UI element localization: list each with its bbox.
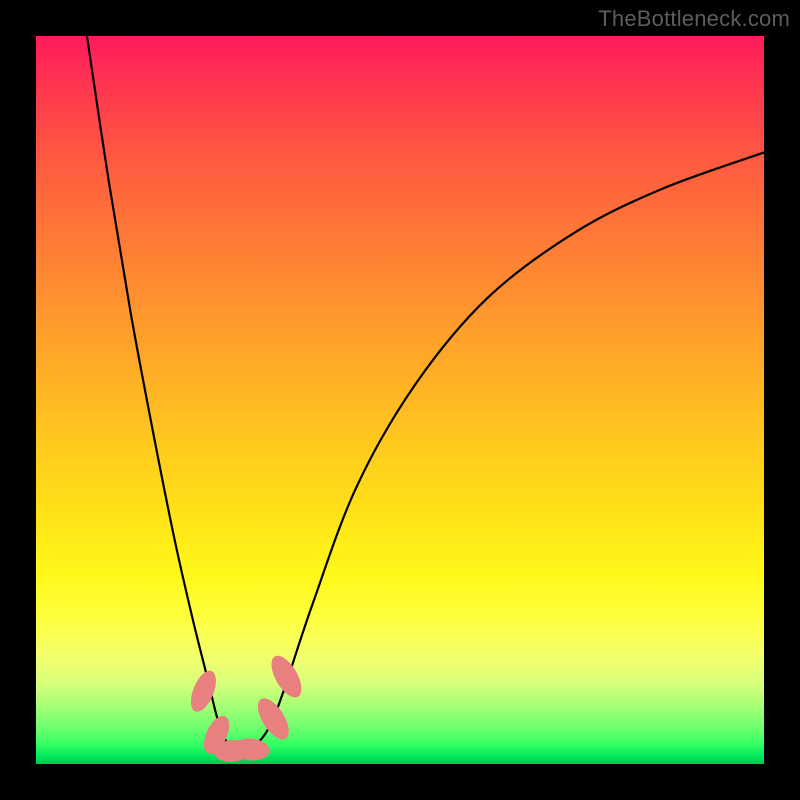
curve-marker	[186, 667, 221, 715]
curve-marker	[265, 651, 307, 702]
watermark-text: TheBottleneck.com	[598, 6, 790, 32]
curve-marker	[252, 693, 295, 744]
chart-overlay	[36, 36, 764, 764]
bottleneck-curve	[87, 36, 764, 750]
chart-frame: TheBottleneck.com	[0, 0, 800, 800]
plot-area	[36, 36, 764, 764]
